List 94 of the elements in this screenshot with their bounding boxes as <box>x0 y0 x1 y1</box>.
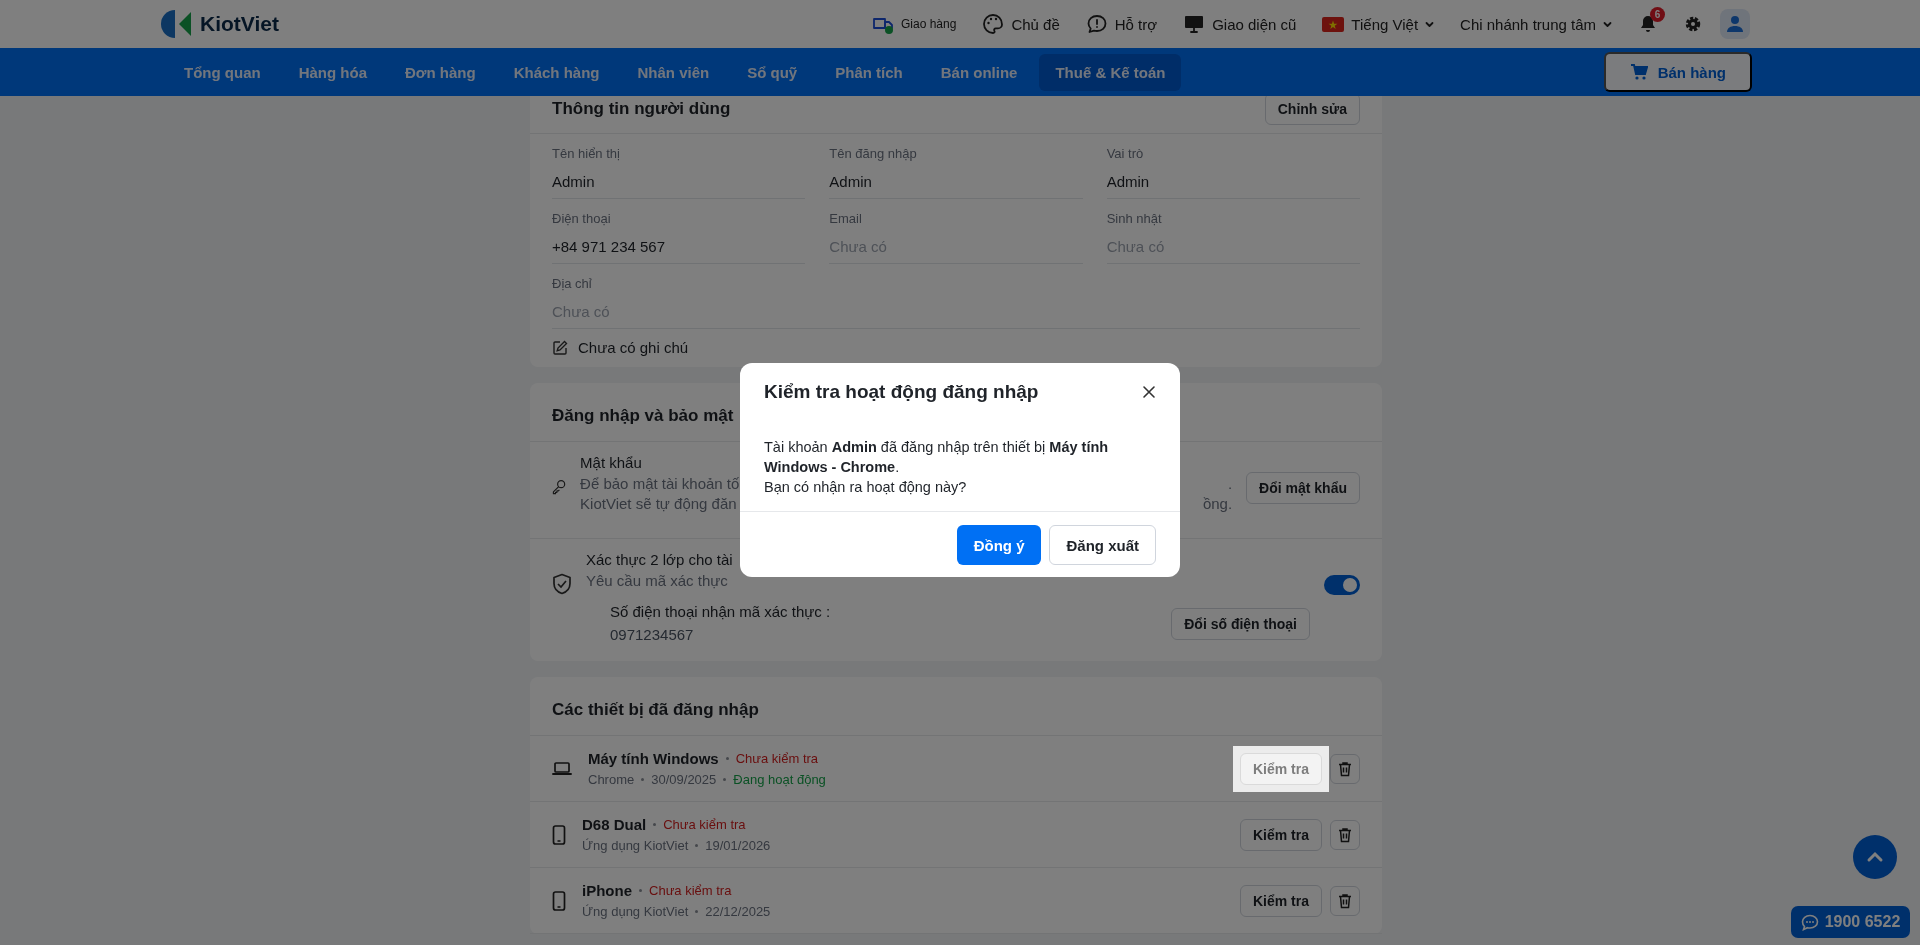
nav-tab[interactable]: Phân tích <box>819 53 919 91</box>
phone-icon <box>552 824 566 845</box>
check-button[interactable]: Kiểm tra <box>1239 752 1322 785</box>
setting-title: Xác thực 2 lớp cho tài <box>586 550 733 570</box>
device-name: Máy tính Windows <box>588 750 719 767</box>
toggle-switch[interactable] <box>1324 575 1360 595</box>
setting-description: Để bảo mật tài khoản tố <box>580 474 740 494</box>
device-name: iPhone <box>582 882 632 899</box>
nav-tab[interactable]: Bán online <box>924 53 1034 91</box>
trash-icon <box>1338 760 1352 777</box>
phone-number: 0971234567 <box>610 625 695 645</box>
card-title: Thông tin người dùng <box>552 98 731 119</box>
field-label: Sinh nhật <box>1106 211 1163 227</box>
header-link[interactable]: Giao diện cũ <box>1183 13 1297 35</box>
field-label: Tên đăng nhập <box>829 146 918 162</box>
device-status: Chưa kiểm tra <box>663 817 746 832</box>
logo-icon <box>160 8 194 40</box>
logo-text: KiotViet <box>200 12 279 36</box>
field-label: Địa chỉ <box>552 276 593 292</box>
nav-tab[interactable]: Tổng quan <box>168 53 277 91</box>
caret-icon <box>1425 19 1435 29</box>
nav-tab[interactable]: Nhân viên <box>621 53 726 91</box>
card-title: Các thiết bị đã đăng nhập <box>552 700 759 720</box>
nav-tab[interactable]: Hàng hóa <box>282 53 383 91</box>
change-password-button[interactable]: Đổi mật khẩu <box>1246 472 1360 504</box>
check-button[interactable]: Kiểm tra <box>1239 818 1322 851</box>
header-link[interactable]: Giao hàng <box>872 13 957 35</box>
device-status: Chưa kiểm tra <box>649 883 732 898</box>
note-text: Chưa có ghi chú <box>578 339 689 356</box>
field-value: Admin <box>829 172 873 192</box>
confirm-button[interactable]: Đồng ý <box>956 525 1042 565</box>
avatar-button[interactable] <box>1720 9 1750 39</box>
device-detail: Chrome <box>588 772 635 787</box>
delete-button[interactable] <box>1330 753 1360 784</box>
notification-badge: 6 <box>1650 7 1665 22</box>
trash-icon <box>1338 826 1352 843</box>
shield-icon <box>552 573 572 595</box>
delete-button[interactable] <box>1330 819 1360 850</box>
logout-button[interactable]: Đăng xuất <box>1049 525 1156 565</box>
close-button[interactable] <box>1140 383 1158 401</box>
field-value: +84 971 234 567 <box>552 237 667 257</box>
header-link[interactable]: Chủ đề <box>982 13 1060 35</box>
hotline-button[interactable]: 1900 6522 <box>1791 906 1910 938</box>
device-detail: Ứng dụng KiotViet <box>582 838 689 853</box>
field-label: Email <box>829 211 863 227</box>
phone-icon <box>552 890 566 911</box>
header-link[interactable]: Hỗ trợ <box>1085 13 1158 35</box>
language-selector[interactable]: Tiếng Việt <box>1322 15 1435 33</box>
field-label: Vai trò <box>1106 146 1145 162</box>
field-label: Điện thoại <box>552 211 612 227</box>
setting-description: . <box>1227 474 1233 494</box>
close-icon <box>1142 385 1156 399</box>
dialog-message: Bạn có nhận ra hoạt động này? <box>764 478 968 497</box>
field-value: Admin <box>552 172 596 192</box>
device-detail: Ứng dụng KiotViet <box>582 904 689 919</box>
dialog-message: Tài khoản Admin đã đăng nhập trên thiết bị Máy tính Windows - Chrome. <box>764 438 1110 477</box>
setting-title: Mật khẩu <box>580 453 642 473</box>
field-label: Tên hiển thị <box>552 146 621 162</box>
setting-description: KiotViet sẽ tự động đăn <box>580 494 737 514</box>
field-value: Admin <box>1106 172 1151 192</box>
device-status: Chưa kiểm tra <box>735 751 819 766</box>
chevron-up-icon <box>1866 851 1884 863</box>
pencil-icon <box>552 339 568 356</box>
settings-icon <box>1684 15 1702 33</box>
user-icon <box>1726 15 1744 33</box>
device-name: D68 Dual <box>582 816 647 833</box>
chat-icon <box>1800 913 1819 931</box>
nav-tab[interactable]: Đơn hàng <box>389 53 492 91</box>
branch-selector[interactable]: Chi nhánh trung tâm <box>1460 15 1612 33</box>
dialog-title: Kiểm tra hoạt động đăng nhập <box>764 381 1039 403</box>
setting-description: ồng. <box>1202 494 1233 514</box>
phone-label: Số điện thoại nhận mã xác thực : <box>610 602 831 622</box>
sell-button[interactable]: Bán hàng <box>1603 52 1752 92</box>
nav-tab[interactable]: Sổ quỹ <box>731 53 814 91</box>
palette-icon <box>982 13 1005 35</box>
nav-tab[interactable]: Khách hàng <box>497 53 616 91</box>
cart-icon <box>1629 63 1648 81</box>
monitor-icon <box>1183 13 1206 35</box>
change-phone-button[interactable]: Đổi số điện thoại <box>1171 608 1310 640</box>
nav-tab[interactable]: Thuế & Kế toán <box>1039 53 1182 91</box>
scroll-top-button[interactable] <box>1853 835 1897 879</box>
caret-icon <box>1603 19 1612 29</box>
laptop-icon <box>552 760 572 777</box>
card-title: Đăng nhập và bảo mật <box>552 406 734 426</box>
device-detail: 19/01/2026 <box>705 838 771 853</box>
trash-icon <box>1338 892 1352 909</box>
device-detail: 30/09/2025 <box>651 772 717 787</box>
setting-description: Yêu cầu mã xác thực <box>586 571 728 591</box>
flag-icon <box>1322 16 1345 32</box>
check-button[interactable]: Kiểm tra <box>1239 884 1322 917</box>
chat-icon <box>1085 13 1108 35</box>
device-detail: 22/12/2025 <box>705 904 771 919</box>
activity-status: Đang hoạt động <box>733 772 826 787</box>
delete-button[interactable] <box>1330 885 1360 916</box>
